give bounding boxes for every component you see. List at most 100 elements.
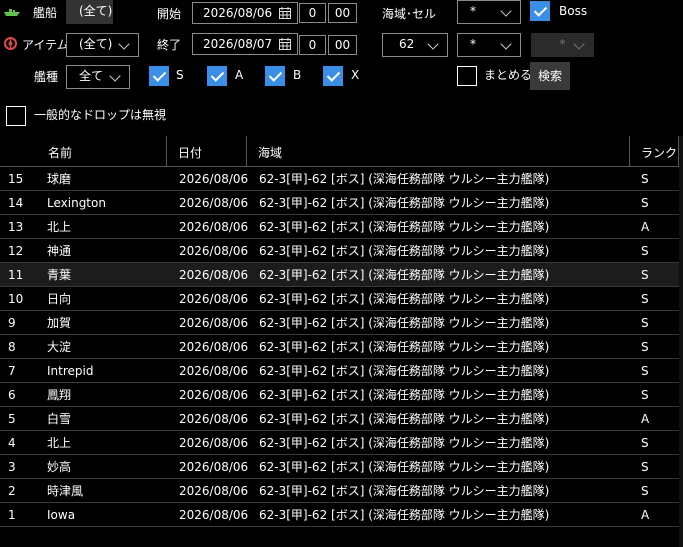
- ship-label: 艦船: [33, 6, 58, 20]
- row-number-cell: 4: [8, 436, 16, 450]
- drop-date-cell: 2026/08/06: [179, 220, 249, 234]
- rank-cell: A: [641, 412, 650, 426]
- area-detail-cell: 62-3[甲]-62 [ボス] (深海任務部隊 ウルシー主力艦隊): [259, 172, 550, 186]
- area-select-value: 62: [399, 37, 415, 51]
- table-row[interactable]: 1 Iowa 2026/08/06 62-3[甲]-62 [ボス] (深海任務部隊 ウ…: [0, 503, 679, 527]
- drop-date-cell: 2026/08/06: [179, 268, 249, 282]
- drop-date-cell: 2026/08/06: [179, 292, 249, 306]
- column-header-area[interactable]: 海域: [246, 136, 282, 166]
- drop-date-cell: 2026/08/06: [179, 412, 249, 426]
- ship-name-cell: 北上: [47, 220, 72, 234]
- ship-name-cell: Lexington: [47, 196, 106, 210]
- item-select[interactable]: (全て): [66, 33, 139, 57]
- start-date-value: 2026/08/06: [203, 6, 273, 20]
- ship-select[interactable]: (全て): [66, 0, 113, 24]
- table-row[interactable]: 14 Lexington 2026/08/06 62-3[甲]-62 [ボス] (深海…: [0, 191, 679, 215]
- rank-s-label: S: [176, 68, 184, 82]
- column-header-date[interactable]: 日付: [166, 136, 202, 166]
- rank-cell: S: [641, 268, 649, 282]
- calendar-icon[interactable]: [279, 7, 291, 19]
- ship-name-cell: Intrepid: [47, 364, 94, 378]
- table-row[interactable]: 13 北上 2026/08/06 62-3[甲]-62 [ボス] (深海任務部隊 ウル…: [0, 215, 679, 239]
- table-header: 名前 日付 海域 ランク: [0, 136, 679, 167]
- vertical-scrollbar[interactable]: [679, 136, 683, 547]
- rank-x-label: X: [351, 68, 360, 82]
- row-number-cell: 5: [8, 412, 16, 426]
- column-header-name[interactable]: 名前: [36, 136, 72, 166]
- rank-cell: S: [641, 292, 649, 306]
- drop-date-cell: 2026/08/06: [179, 508, 249, 522]
- area-detail-cell: 62-3[甲]-62 [ボス] (深海任務部隊 ウルシー主力艦隊): [259, 412, 550, 426]
- row-number-cell: 11: [8, 268, 24, 282]
- table-row[interactable]: 3 妙高 2026/08/06 62-3[甲]-62 [ボス] (深海任務部隊 ウルシ…: [0, 455, 679, 479]
- area-detail-cell: 62-3[甲]-62 [ボス] (深海任務部隊 ウルシー主力艦隊): [259, 484, 550, 498]
- shiptype-select[interactable]: 全て: [66, 65, 130, 89]
- drop-date-cell: 2026/08/06: [179, 436, 249, 450]
- table-row[interactable]: 12 神通 2026/08/06 62-3[甲]-62 [ボス] (深海任務部隊 ウル…: [0, 239, 679, 263]
- area-detail-cell: 62-3[甲]-62 [ボス] (深海任務部隊 ウルシー主力艦隊): [259, 388, 550, 402]
- rank-s-checkbox[interactable]: [149, 66, 169, 86]
- start-date-picker[interactable]: 2026/08/06: [192, 2, 298, 24]
- chevron-down-icon: [573, 38, 585, 50]
- item-select-value: (全て): [79, 37, 113, 51]
- calendar-icon[interactable]: [279, 38, 291, 50]
- start-label: 開始: [157, 7, 182, 21]
- drop-date-cell: 2026/08/06: [179, 244, 249, 258]
- area-select[interactable]: 62: [382, 33, 448, 57]
- column-header-rank[interactable]: ランク: [629, 136, 677, 166]
- area-detail-cell: 62-3[甲]-62 [ボス] (深海任務部隊 ウルシー主力艦隊): [259, 292, 550, 306]
- table-body: 15 球磨 2026/08/06 62-3[甲]-62 [ボス] (深海任務部隊 ウル…: [0, 167, 679, 527]
- boss-checkbox[interactable]: [530, 1, 550, 21]
- table-row[interactable]: 4 北上 2026/08/06 62-3[甲]-62 [ボス] (深海任務部隊 ウルシ…: [0, 431, 679, 455]
- table-row[interactable]: 7 Intrepid 2026/08/06 62-3[甲]-62 [ボス] (深海任務…: [0, 359, 679, 383]
- area-detail-cell: 62-3[甲]-62 [ボス] (深海任務部隊 ウルシー主力艦隊): [259, 316, 550, 330]
- row-number-cell: 3: [8, 460, 16, 474]
- table-row[interactable]: 5 白雪 2026/08/06 62-3[甲]-62 [ボス] (深海任務部隊 ウルシ…: [0, 407, 679, 431]
- table-row[interactable]: 2 時津風 2026/08/06 62-3[甲]-62 [ボス] (深海任務部隊 ウル…: [0, 479, 679, 503]
- cell-select-1[interactable]: *: [457, 0, 521, 24]
- ship-name-cell: 加賀: [47, 316, 72, 330]
- row-number-cell: 8: [8, 340, 16, 354]
- rank-b-checkbox[interactable]: [265, 66, 285, 86]
- ship-name-cell: 鳳翔: [47, 388, 72, 402]
- item-icon: [4, 37, 17, 50]
- table-row[interactable]: 15 球磨 2026/08/06 62-3[甲]-62 [ボス] (深海任務部隊 ウル…: [0, 167, 679, 191]
- shiptype-select-value: 全て: [79, 69, 104, 83]
- start-minute-input[interactable]: 00: [328, 3, 357, 23]
- table-row[interactable]: 6 鳳翔 2026/08/06 62-3[甲]-62 [ボス] (深海任務部隊 ウルシ…: [0, 383, 679, 407]
- area-detail-cell: 62-3[甲]-62 [ボス] (深海任務部隊 ウルシー主力艦隊): [259, 220, 550, 234]
- rank-a-checkbox[interactable]: [207, 66, 227, 86]
- chevron-down-icon: [500, 38, 512, 50]
- row-number-cell: 10: [8, 292, 24, 306]
- start-hour-input[interactable]: 0: [299, 3, 326, 23]
- rank-cell: S: [641, 436, 649, 450]
- row-number-cell: 13: [8, 220, 24, 234]
- table-row[interactable]: 11 青葉 2026/08/06 62-3[甲]-62 [ボス] (深海任務部隊 ウル…: [0, 263, 679, 287]
- drop-date-cell: 2026/08/06: [179, 460, 249, 474]
- table-row[interactable]: 10 日向 2026/08/06 62-3[甲]-62 [ボス] (深海任務部隊 ウル…: [0, 287, 679, 311]
- cell-select-1-value: *: [470, 4, 476, 18]
- ship-name-cell: 妙高: [47, 460, 72, 474]
- area-detail-cell: 62-3[甲]-62 [ボス] (深海任務部隊 ウルシー主力艦隊): [259, 436, 550, 450]
- boss-label: Boss: [559, 4, 588, 18]
- rank-x-checkbox[interactable]: [323, 66, 343, 86]
- table-row[interactable]: 8 大淀 2026/08/06 62-3[甲]-62 [ボス] (深海任務部隊 ウルシ…: [0, 335, 679, 359]
- end-minute-input[interactable]: 00: [328, 35, 357, 55]
- table-row[interactable]: 9 加賀 2026/08/06 62-3[甲]-62 [ボス] (深海任務部隊 ウルシ…: [0, 311, 679, 335]
- chevron-down-icon: [118, 38, 130, 50]
- ignore-common-checkbox[interactable]: [6, 106, 26, 126]
- rank-cell: A: [641, 508, 650, 522]
- end-date-picker[interactable]: 2026/08/07: [192, 33, 298, 55]
- cell-select-2[interactable]: *: [457, 33, 521, 57]
- rank-cell: S: [641, 196, 649, 210]
- row-number-cell: 15: [8, 172, 24, 186]
- rank-a-label: A: [235, 68, 244, 82]
- end-hour-input[interactable]: 0: [299, 35, 326, 55]
- search-button[interactable]: 検索: [530, 62, 570, 90]
- merge-checkbox[interactable]: [457, 66, 477, 86]
- ship-name-cell: 日向: [47, 292, 72, 306]
- rank-cell: S: [641, 172, 649, 186]
- ship-name-cell: 大淀: [47, 340, 72, 354]
- rank-cell: S: [641, 364, 649, 378]
- chevron-down-icon: [500, 5, 512, 17]
